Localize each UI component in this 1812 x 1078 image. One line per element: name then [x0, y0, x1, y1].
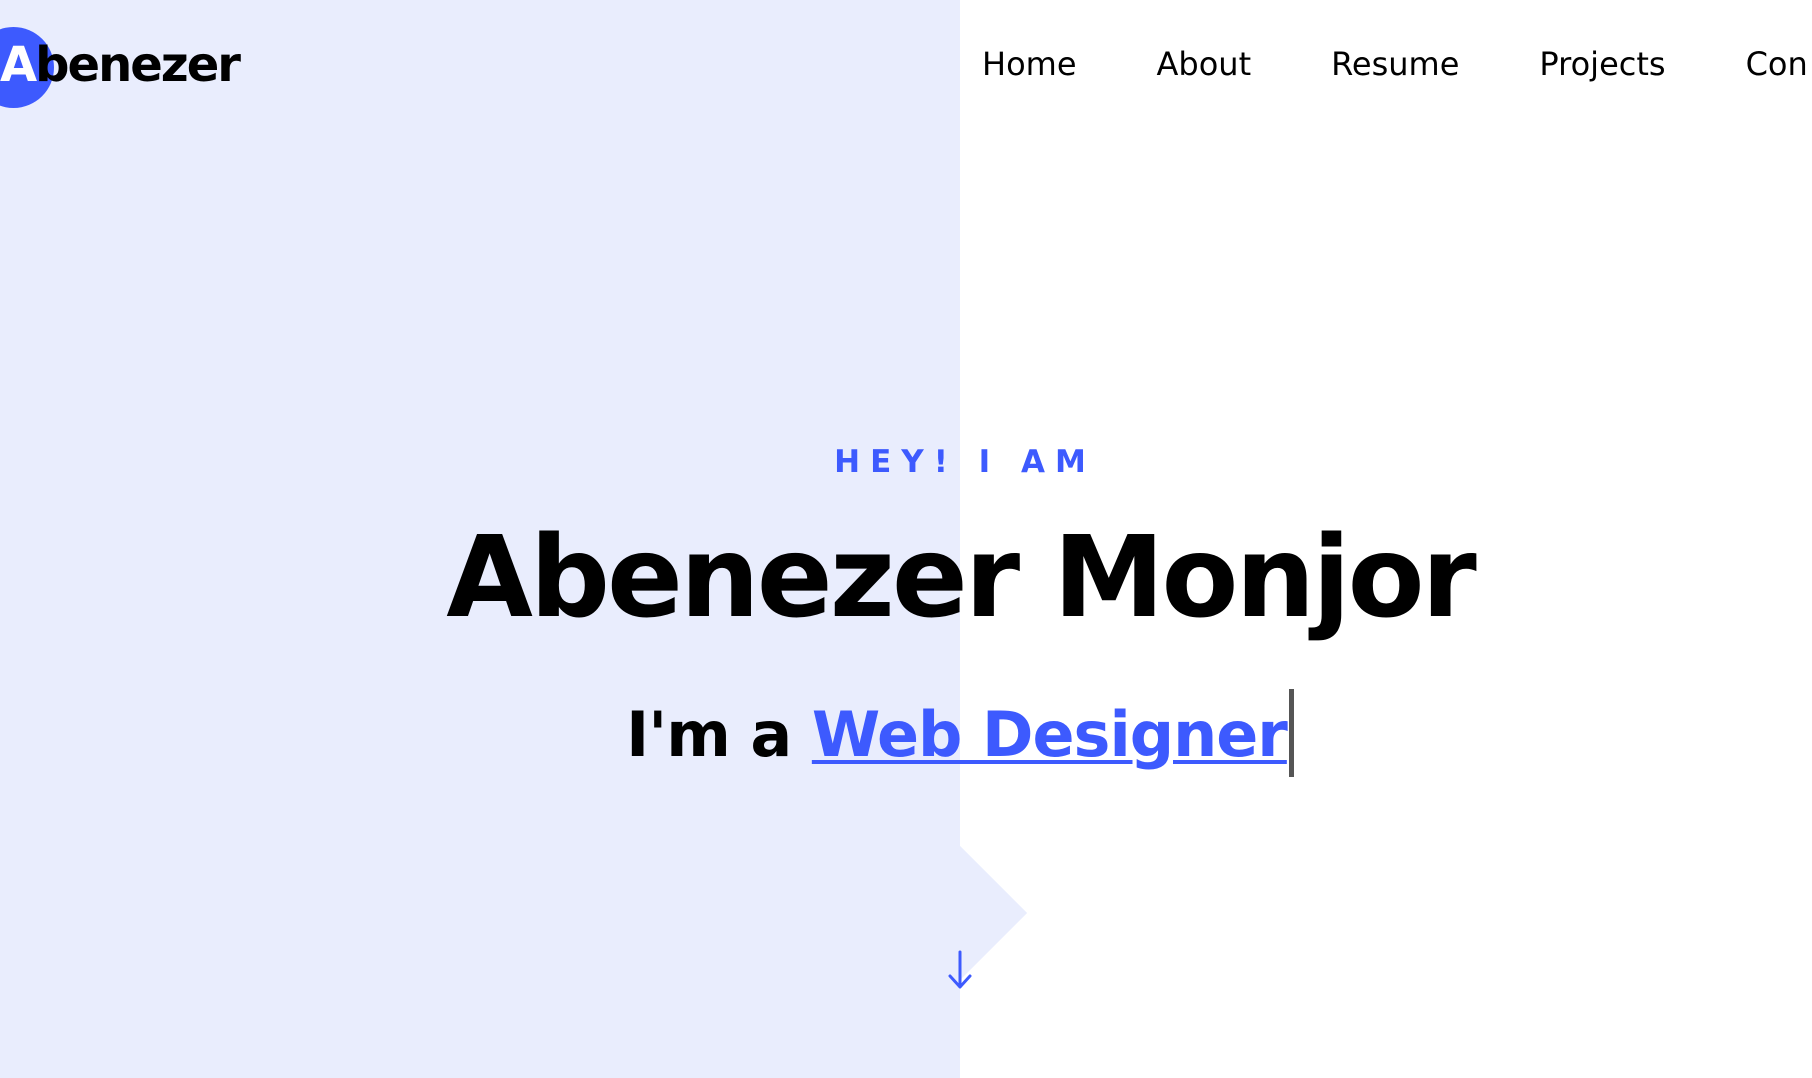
arrow-down-icon[interactable] [942, 948, 978, 992]
hero-eyebrow-text: HEY! I AM [834, 444, 1096, 480]
logo-text: Abenezer [0, 37, 241, 93]
typed-role: Web Designer [811, 698, 1288, 771]
arrow-down-icon-svg [948, 950, 972, 989]
typing-cursor [1288, 688, 1294, 777]
site-logo[interactable]: Abenezer [0, 25, 280, 109]
nav-item-about[interactable]: About [1157, 44, 1252, 84]
logo-rest: benezer [35, 37, 241, 93]
nav-item-contact[interactable]: Con [1746, 44, 1808, 84]
page: Abenezer Home About Resume Projects Con … [0, 0, 1812, 1078]
hero-name: Abenezer Monjor [446, 513, 1477, 643]
logo-first-letter: A [0, 37, 37, 93]
hero-eyebrow: HEY! I AM [0, 444, 1812, 480]
tagline-prefix: I'm a [626, 698, 812, 771]
nav-item-resume[interactable]: Resume [1331, 44, 1459, 84]
main-nav: Home About Resume Projects Con [982, 44, 1812, 84]
hero-tagline: I'm a Web Designer [0, 688, 1812, 783]
nav-item-home[interactable]: Home [982, 44, 1077, 84]
nav-item-projects[interactable]: Projects [1539, 44, 1665, 84]
